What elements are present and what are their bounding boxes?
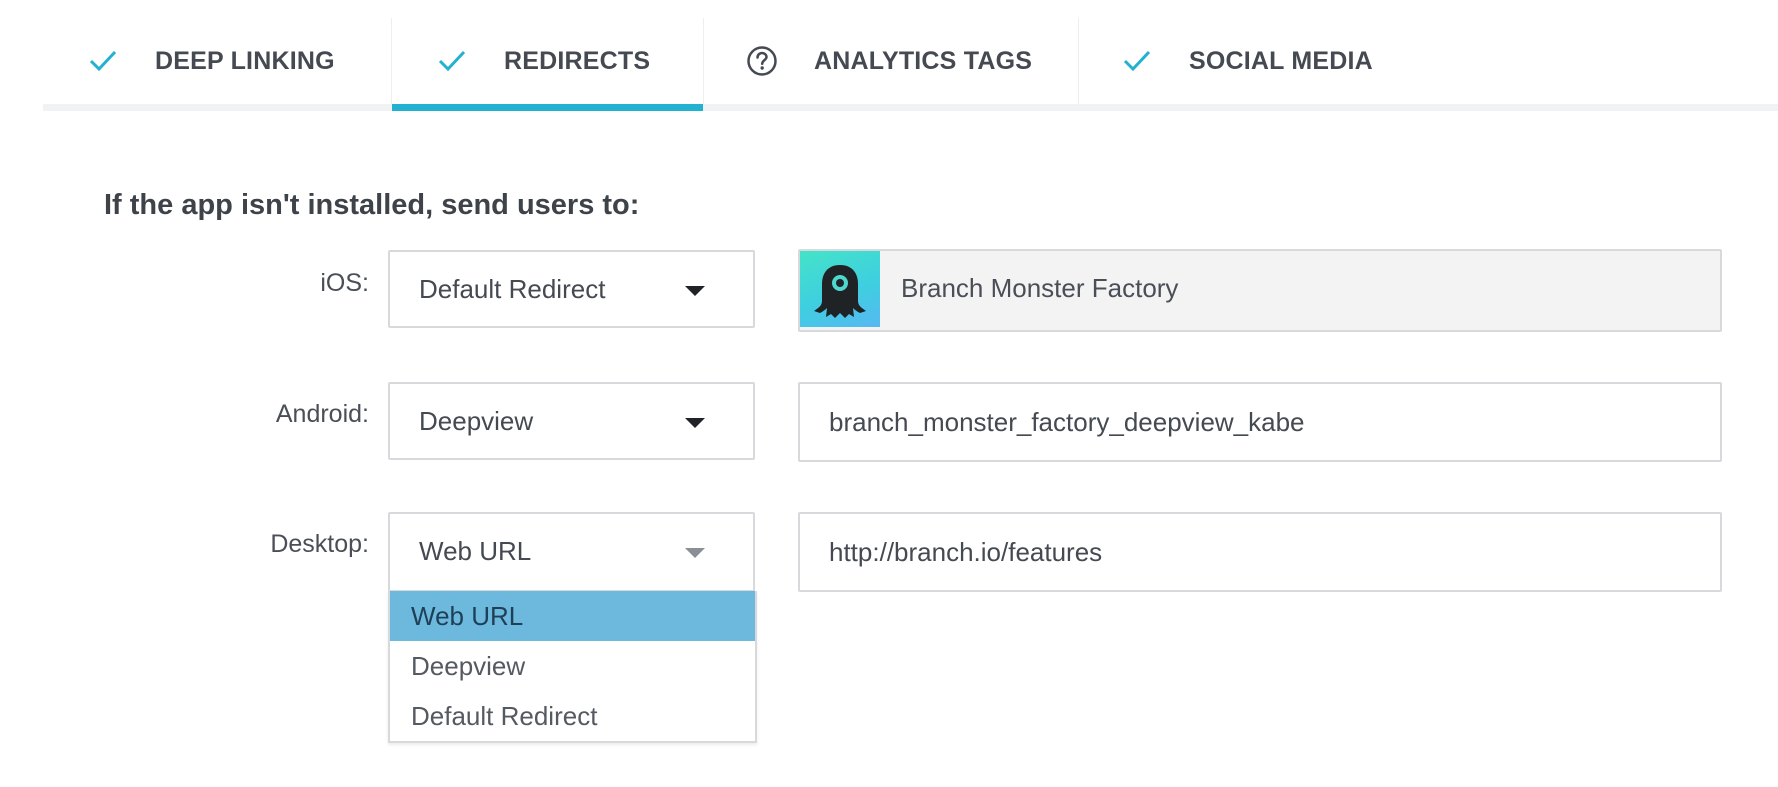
desktop-label: Desktop: (270, 530, 369, 558)
tab-label: SOCIAL MEDIA (1189, 46, 1373, 75)
tab-label: ANALYTICS TAGS (814, 46, 1033, 75)
question-circle-icon (744, 43, 780, 79)
android-label: Android: (275, 400, 369, 428)
tab-analytics-tags[interactable]: ANALYTICS TAGS (704, 18, 1079, 104)
desktop-select-value: Web URL (419, 536, 532, 566)
tab-label: REDIRECTS (504, 46, 651, 75)
check-icon (85, 43, 121, 79)
tab-bar: DEEP LINKING REDIRECTS ANALYTICS TAGS SO… (43, 18, 1778, 111)
desktop-url-value: http://branch.io/features (829, 537, 1103, 567)
check-icon (434, 43, 470, 79)
branch-monster-app-icon (800, 251, 880, 327)
caret-down-icon (685, 418, 705, 428)
tab-social-media[interactable]: SOCIAL MEDIA (1079, 18, 1778, 104)
desktop-redirect-select[interactable]: Web URL (388, 512, 755, 592)
ios-app-name: Branch Monster Factory (901, 273, 1179, 303)
desktop-url-field[interactable]: http://branch.io/features (798, 512, 1722, 592)
dropdown-option-deepview[interactable]: Deepview (390, 641, 755, 691)
ios-label: iOS: (320, 269, 369, 297)
ios-select-value: Default Redirect (419, 274, 606, 304)
desktop-redirect-dropdown: Web URL Deepview Default Redirect (388, 591, 757, 743)
section-title: If the app isn't installed, send users t… (104, 189, 640, 221)
check-icon (1119, 43, 1155, 79)
tab-redirects[interactable]: REDIRECTS (392, 18, 704, 111)
android-select-value: Deepview (419, 406, 534, 436)
ios-app-field[interactable]: Branch Monster Factory (798, 249, 1722, 332)
android-deepview-field[interactable]: branch_monster_factory_deepview_kabe (798, 382, 1722, 462)
ios-redirect-select[interactable]: Default Redirect (388, 250, 755, 328)
dropdown-option-default-redirect[interactable]: Default Redirect (390, 691, 755, 741)
dropdown-option-web-url[interactable]: Web URL (390, 591, 755, 641)
android-deepview-value: branch_monster_factory_deepview_kabe (829, 407, 1305, 437)
caret-down-icon (685, 286, 705, 296)
caret-down-icon (685, 548, 705, 558)
tab-label: DEEP LINKING (155, 46, 335, 75)
android-redirect-select[interactable]: Deepview (388, 382, 755, 460)
tab-deep-linking[interactable]: DEEP LINKING (43, 18, 392, 104)
